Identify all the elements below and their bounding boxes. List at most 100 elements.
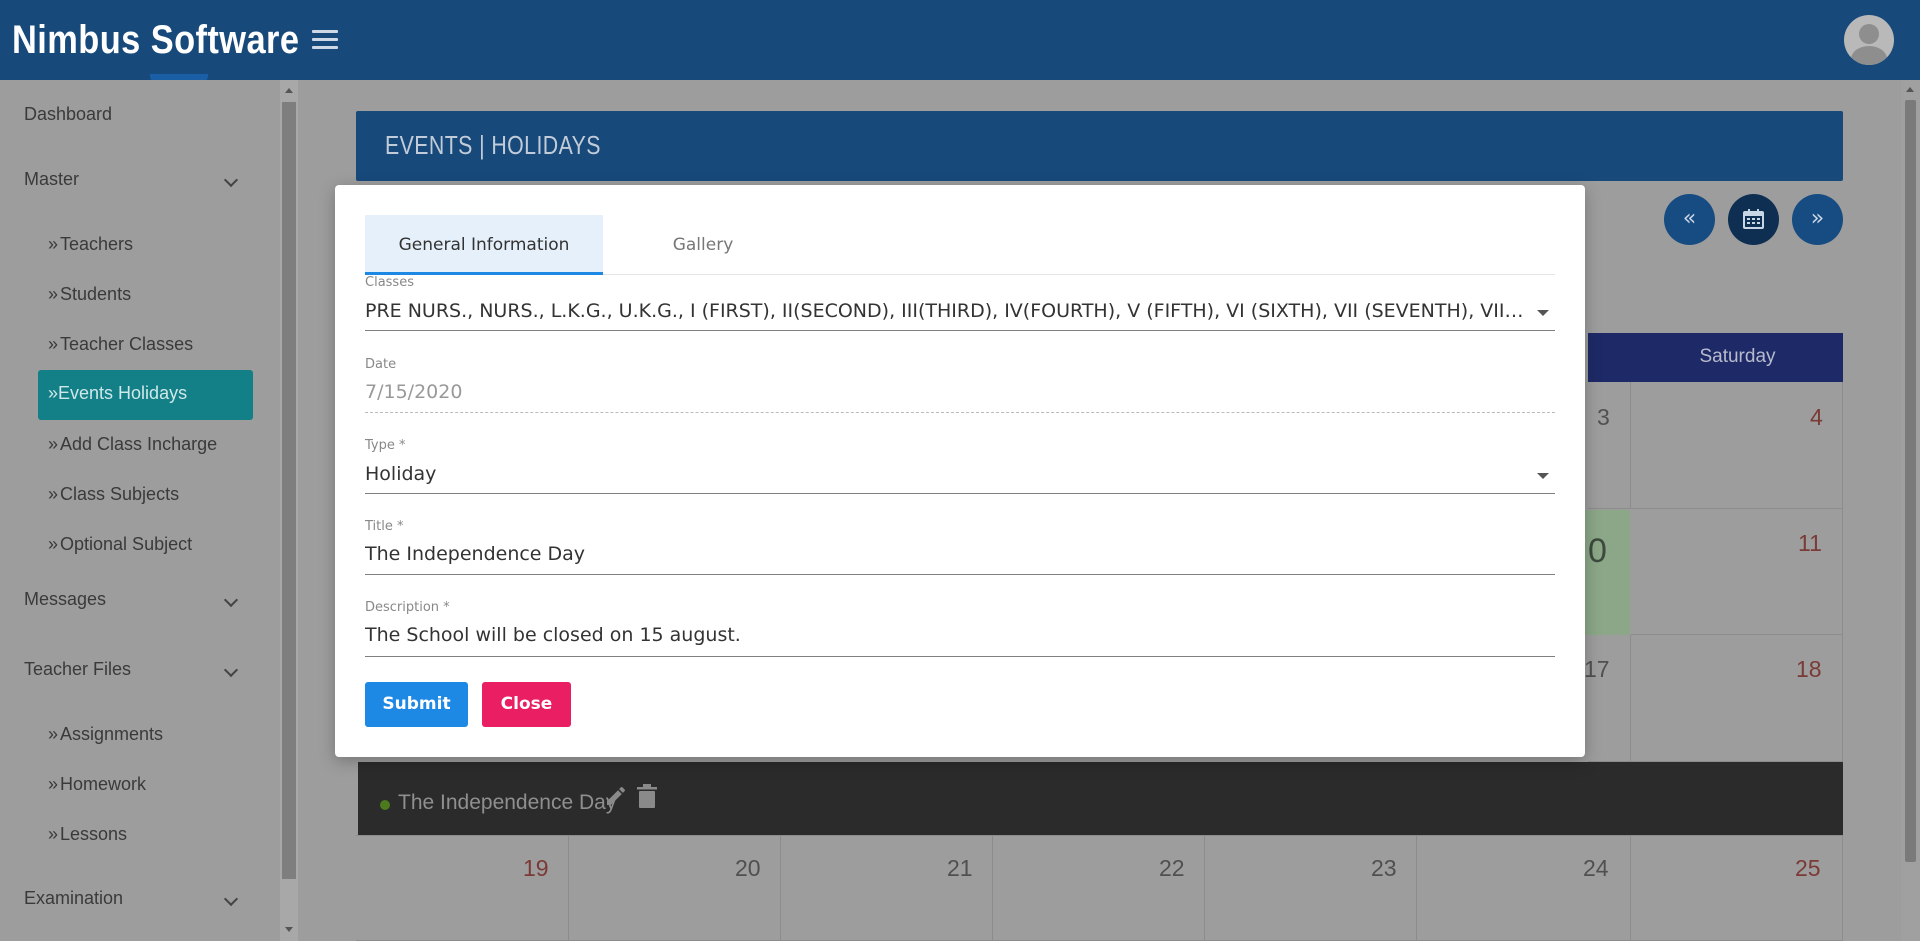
day-number: 3 <box>1597 404 1610 430</box>
sidebar-item-label: Teacher Classes <box>60 334 194 354</box>
caret-down-icon[interactable] <box>1537 473 1549 479</box>
description-label: Description * <box>365 600 450 615</box>
next-month-button[interactable]: » <box>1792 194 1843 245</box>
sidebar-item-examination[interactable]: Examination <box>24 888 123 909</box>
description-underline <box>365 656 1555 657</box>
date-label: Date <box>365 357 397 372</box>
calendar-day-cell[interactable] <box>569 836 781 941</box>
sidebar-item-class-subjects[interactable]: » Class Subjects <box>48 484 179 505</box>
day-number: 11 <box>1798 530 1822 556</box>
page-title: EVENTS | HOLIDAYS <box>385 130 601 160</box>
day-number: 23 <box>1371 855 1397 881</box>
sidebar-item-dashboard[interactable]: Dashboard <box>24 104 112 125</box>
menu-icon[interactable] <box>312 30 338 50</box>
sidebar-item-teacher-files[interactable]: Teacher Files <box>24 659 131 680</box>
day-number: 22 <box>1159 855 1185 881</box>
calendar-day-cell[interactable] <box>781 836 993 941</box>
tab-gallery[interactable]: Gallery <box>603 215 803 275</box>
angles-right-icon: » <box>48 284 59 304</box>
sidebar-item-label: Add Class Incharge <box>60 434 218 454</box>
title-underline <box>365 574 1555 575</box>
scroll-thumb[interactable] <box>282 102 296 879</box>
angles-right-icon: » <box>48 824 59 844</box>
event-title[interactable]: The Independence Day <box>398 791 616 815</box>
day-number: 21 <box>947 855 973 881</box>
day-number: 25 <box>1795 855 1821 881</box>
trash-icon[interactable] <box>637 784 657 808</box>
scroll-up-arrow-icon[interactable] <box>1906 87 1914 92</box>
submit-button[interactable]: Submit <box>365 682 468 727</box>
event-dialog: General Information Gallery Classes PRE … <box>335 185 1585 757</box>
tab-general-information[interactable]: General Information <box>365 215 603 275</box>
title-input[interactable]: The Independence Day <box>365 543 1530 565</box>
calendar-day-cell[interactable] <box>356 836 569 941</box>
classes-underline <box>365 330 1555 331</box>
sidebar-item-teacher-classes[interactable]: » Teacher Classes <box>48 334 193 355</box>
angles-right-icon: » <box>48 383 59 403</box>
sidebar-item-messages[interactable]: Messages <box>24 589 106 610</box>
sidebar-item-assignments[interactable]: » Assignments <box>48 724 163 745</box>
angles-right-icon: » <box>48 234 59 254</box>
angles-right-icon: » <box>48 434 59 454</box>
calendar-day-cell[interactable] <box>1631 635 1843 762</box>
brand-logo[interactable]: Nimbus Software <box>12 18 299 63</box>
sidebar-item-label: Assignments <box>60 724 164 744</box>
classes-label: Classes <box>365 275 414 290</box>
title-label: Title * <box>365 519 404 534</box>
sidebar-item-teachers[interactable]: » Teachers <box>48 234 133 255</box>
sidebar-item-label: Students <box>60 284 132 304</box>
day-number: 19 <box>523 855 549 881</box>
close-button[interactable]: Close <box>482 682 571 727</box>
caret-down-icon[interactable] <box>1537 310 1549 316</box>
calendar-day-cell[interactable] <box>1588 382 1631 509</box>
sidebar-item-lessons[interactable]: » Lessons <box>48 824 127 845</box>
angles-right-icon: » <box>48 724 59 744</box>
angles-right-icon: » <box>48 334 59 354</box>
calendar-day-cell[interactable] <box>1205 836 1417 941</box>
prev-month-button[interactable]: « <box>1664 194 1715 245</box>
sidebar-scrollbar[interactable] <box>280 80 298 941</box>
chevron-down-icon[interactable] <box>223 172 239 188</box>
day-number: 17 <box>1584 656 1610 682</box>
type-underline <box>365 493 1555 494</box>
classes-select[interactable]: PRE NURS., NURS., L.K.G., U.K.G., I (FIR… <box>365 300 1525 322</box>
pencil-icon[interactable] <box>604 784 628 808</box>
date-underline <box>365 412 1555 413</box>
sidebar-item-optional-subject[interactable]: » Optional Subject <box>48 534 192 555</box>
description-input[interactable]: The School will be closed on 15 august. <box>365 624 1530 646</box>
calendar-icon <box>1743 209 1764 229</box>
date-field[interactable]: 7/15/2020 <box>365 381 1530 403</box>
weekday-saturday: Saturday <box>1699 346 1776 367</box>
sidebar-item-students[interactable]: » Students <box>48 284 131 305</box>
sidebar-item-label: Class Subjects <box>60 484 180 504</box>
today-button[interactable] <box>1728 194 1779 245</box>
sidebar-item-homework[interactable]: » Homework <box>48 774 146 795</box>
calendar-day-cell[interactable] <box>1631 382 1843 509</box>
sidebar: Dashboard Master » Teachers » Students » Te… <box>0 80 280 941</box>
calendar-day-cell[interactable] <box>1631 509 1843 635</box>
calendar-day-cell[interactable] <box>1417 836 1631 941</box>
day-number: 4 <box>1810 404 1823 430</box>
day-number: 20 <box>735 855 761 881</box>
day-number: 18 <box>1796 656 1822 682</box>
calendar-day-cell[interactable] <box>1588 635 1631 762</box>
dialog-tabs: General Information Gallery <box>365 215 1555 275</box>
sidebar-item-master[interactable]: Master <box>24 169 79 190</box>
sidebar-item-label: Lessons <box>60 824 128 844</box>
scroll-up-arrow-icon[interactable] <box>285 88 293 93</box>
type-select[interactable]: Holiday <box>365 463 1530 485</box>
event-dot <box>380 800 390 810</box>
day-number: 0 <box>1588 532 1607 570</box>
sidebar-item-label: »Events Holidays <box>48 383 188 403</box>
angles-right-icon: » <box>48 484 59 504</box>
user-avatar[interactable] <box>1844 15 1894 65</box>
main-scrollbar[interactable] <box>1901 80 1920 941</box>
scroll-down-arrow-icon[interactable] <box>285 927 293 932</box>
day-number: 24 <box>1583 855 1609 881</box>
sidebar-item-add-class-incharge[interactable]: » Add Class Incharge <box>48 434 217 455</box>
top-header: Nimbus Software <box>0 0 1920 80</box>
calendar-day-cell[interactable] <box>993 836 1205 941</box>
type-label: Type * <box>365 438 406 453</box>
scroll-thumb[interactable] <box>1905 100 1916 862</box>
calendar-day-cell[interactable] <box>1631 836 1843 941</box>
